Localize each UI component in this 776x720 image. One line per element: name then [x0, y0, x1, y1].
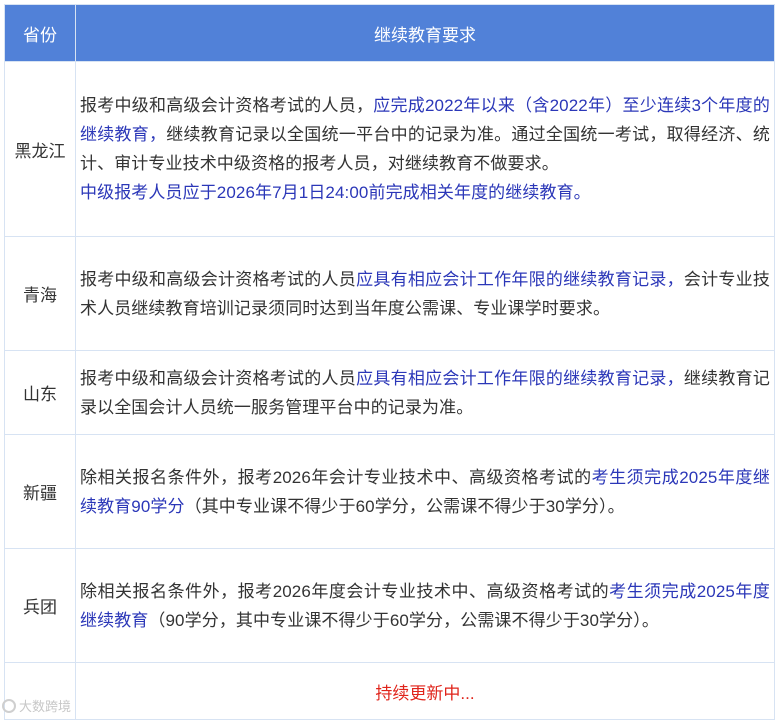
table-row: 新疆 除相关报名条件外，报考2026年会计专业技术中、高级资格考试的考生须完成2…	[4, 434, 775, 549]
requirement-paragraph: 报考中级和高级会计资格考试的人员应具有相应会计工作年限的继续教育记录，继续教育记…	[80, 364, 770, 422]
province-cell: 兵团	[4, 548, 76, 663]
table-row: 兵团 除相关报名条件外，报考2026年度会计专业技术中、高级资格考试的考生须完成…	[4, 548, 775, 663]
corner-logo-text: 大数跨境	[19, 699, 72, 714]
requirement-text: 报考中级和高级会计资格考试的人员	[80, 269, 357, 289]
requirement-text: 除相关报名条件外，报考2026年度会计专业技术中、高级资格考试的	[80, 581, 610, 601]
requirement-cell: 报考中级和高级会计资格考试的人员，应完成2022年以来（含2022年）至少连续3…	[75, 61, 775, 237]
requirement-paragraph: 中级报考人员应于2026年7月1日24:00前完成相关年度的继续教育。	[80, 178, 770, 207]
table-row: 山东 报考中级和高级会计资格考试的人员应具有相应会计工作年限的继续教育记录，继续…	[4, 350, 775, 435]
requirement-highlight: 中级	[80, 183, 115, 202]
requirement-paragraph: 除相关报名条件外，报考2026年度会计专业技术中、高级资格考试的考生须完成202…	[80, 577, 770, 635]
header-requirement: 继续教育要求	[75, 4, 775, 62]
requirement-paragraph: 除相关报名条件外，报考2026年会计专业技术中、高级资格考试的考生须完成2025…	[80, 463, 770, 521]
requirement-highlight: 完成相关年度的继续教育。	[385, 183, 591, 202]
province-cell: 黑龙江	[4, 61, 76, 237]
logo-ring-icon	[2, 698, 16, 713]
table-row: 青海 报考中级和高级会计资格考试的人员应具有相应会计工作年限的继续教育记录，会计…	[4, 236, 775, 351]
requirement-cell: 除相关报名条件外，报考2026年度会计专业技术中、高级资格考试的考生须完成202…	[75, 548, 775, 663]
header-province: 省份	[4, 4, 76, 62]
requirement-text: （其中专业课不得少于60学分，公需课不得少于30学分）。	[184, 496, 625, 516]
status-row: 持续更新中...	[4, 662, 775, 720]
requirement-cell: 除相关报名条件外，报考2026年会计专业技术中、高级资格考试的考生须完成2025…	[75, 434, 775, 549]
status-text: 持续更新中...	[75, 662, 775, 720]
requirement-highlight: 应具有相应会计工作年限的继续教育记录，	[356, 368, 684, 388]
requirement-highlight: 报考人员应于2026年7月1日24:00前	[114, 183, 386, 202]
page: 省份 继续教育要求 黑龙江 报考中级和高级会计资格考试的人员，应完成2022年以…	[0, 0, 776, 720]
requirement-cell: 报考中级和高级会计资格考试的人员应具有相应会计工作年限的继续教育记录，继续教育记…	[75, 350, 775, 435]
requirement-text: 继续教育记录以全国统一平台中的记录为准。通过全国统一考试，取得经济、统计、审计专…	[80, 125, 771, 173]
province-cell: 山东	[4, 350, 76, 435]
requirement-paragraph: 报考中级和高级会计资格考试的人员，应完成2022年以来（含2022年）至少连续3…	[80, 91, 770, 178]
requirement-text: 报考中级和高级会计资格考试的人员，	[80, 96, 374, 115]
requirement-cell: 报考中级和高级会计资格考试的人员应具有相应会计工作年限的继续教育记录，会计专业技…	[75, 236, 775, 351]
requirement-text: 除相关报名条件外，报考2026年会计专业技术中、高级资格考试的	[80, 467, 592, 487]
requirement-text: 报考中级和高级会计资格考试的人员	[80, 368, 357, 388]
requirement-paragraph: 报考中级和高级会计资格考试的人员应具有相应会计工作年限的继续教育记录，会计专业技…	[80, 265, 770, 323]
province-cell: 青海	[4, 236, 76, 351]
province-cell: 新疆	[4, 434, 76, 549]
table-header-row: 省份 继续教育要求	[4, 4, 775, 62]
table-row: 黑龙江 报考中级和高级会计资格考试的人员，应完成2022年以来（含2022年）至…	[4, 61, 775, 237]
requirement-text: （90学分，其中专业课不得少于60学分，公需课不得少于30学分）。	[148, 610, 659, 630]
requirement-highlight: 应具有相应会计工作年限的继续教育记录，	[356, 269, 684, 289]
corner-logo: 大数跨境	[2, 696, 71, 715]
continuing-education-table: 省份 继续教育要求 黑龙江 报考中级和高级会计资格考试的人员，应完成2022年以…	[4, 4, 775, 720]
